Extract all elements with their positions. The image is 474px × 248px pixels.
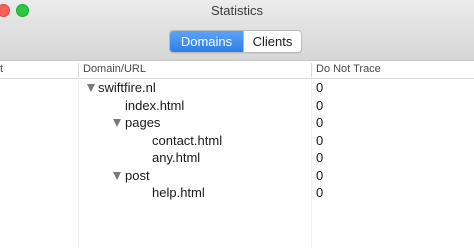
row-name: help.html — [152, 185, 205, 200]
window-title: Statistics — [210, 3, 263, 18]
table-row[interactable]: post 0 — [0, 167, 474, 185]
disclosure-triangle-icon[interactable] — [87, 84, 95, 92]
row-name: contact.html — [152, 132, 223, 148]
row-name: index.html — [125, 97, 185, 113]
row-do-not-trace: 0 — [316, 80, 324, 95]
column-header-first[interactable]: t — [0, 63, 3, 75]
table-row[interactable]: index.html 0 — [0, 97, 474, 115]
row-do-not-trace: 0 — [316, 185, 324, 200]
row-name: post — [125, 167, 150, 183]
clients-segment[interactable]: Clients — [243, 31, 301, 52]
table-row[interactable]: pages 0 — [0, 114, 474, 132]
column-divider[interactable] — [78, 63, 79, 77]
column-divider[interactable] — [311, 63, 312, 77]
view-segmented-control: Domains Clients — [169, 30, 302, 53]
disclosure-triangle-icon[interactable] — [113, 119, 121, 127]
row-do-not-trace: 0 — [316, 115, 324, 130]
column-header-do-not-trace[interactable]: Do Not Trace — [316, 63, 381, 75]
outline-view: swiftfire.nl 0 index.html 0 pages 0 cont… — [0, 79, 474, 202]
row-do-not-trace: 0 — [316, 167, 324, 183]
table-row[interactable]: help.html 0 — [0, 184, 474, 202]
table-row[interactable]: swiftfire.nl 0 — [0, 79, 474, 97]
row-do-not-trace: 0 — [316, 150, 324, 165]
row-do-not-trace: 0 — [316, 132, 324, 148]
domains-segment[interactable]: Domains — [170, 31, 243, 52]
title-bar: Statistics — [0, 0, 474, 22]
row-do-not-trace: 0 — [316, 97, 324, 113]
table-header: t Domain/URL Do Not Trace — [0, 61, 474, 79]
row-name: any.html — [152, 150, 201, 165]
column-header-domain-url[interactable]: Domain/URL — [83, 63, 146, 75]
row-name: swiftfire.nl — [98, 80, 156, 95]
row-name: pages — [125, 115, 161, 130]
toolbar: Domains Clients — [0, 22, 474, 61]
disclosure-triangle-icon[interactable] — [113, 171, 121, 180]
table-row[interactable]: any.html 0 — [0, 149, 474, 167]
table-row[interactable]: contact.html 0 — [0, 132, 474, 150]
